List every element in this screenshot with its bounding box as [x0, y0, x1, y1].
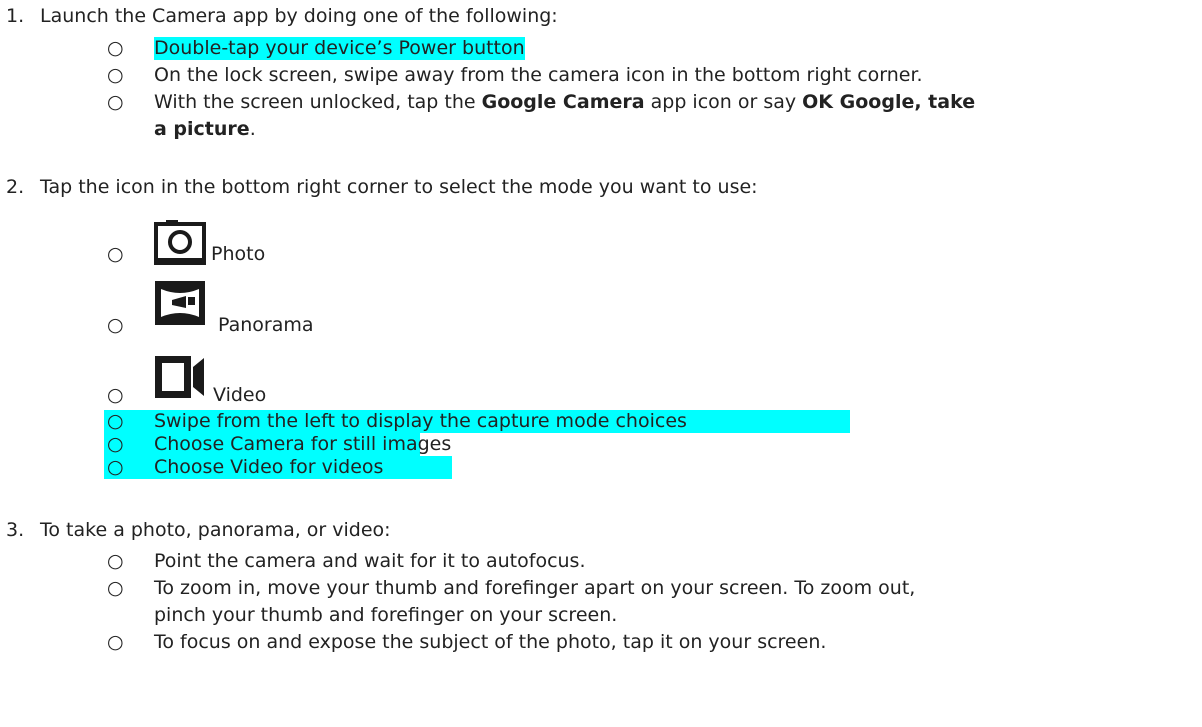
- bullet-icon: ○: [107, 410, 124, 432]
- step-number: 2.: [6, 176, 25, 198]
- bullet-icon: ○: [107, 550, 124, 572]
- bullet-icon: ○: [107, 314, 124, 336]
- document-page: 1. Launch the Camera app by doing one of…: [0, 0, 1202, 727]
- list-text: With the screen unlocked, tap the Google…: [154, 91, 975, 114]
- bold-text: OK Google, take: [802, 91, 976, 113]
- mode-label: Photo: [211, 243, 266, 265]
- bullet-icon: ○: [107, 577, 124, 599]
- list-text: pinch your thumb and forefinger on your …: [154, 604, 618, 626]
- step-text: To take a photo, panorama, or video:: [40, 519, 391, 541]
- highlighted-text: Double-tap your device’s Power button: [154, 37, 525, 60]
- video-icon: [155, 356, 204, 398]
- panorama-icon: [155, 281, 205, 325]
- highlighted-text: Swipe from the left to display the captu…: [154, 410, 687, 432]
- bullet-icon: ○: [107, 433, 124, 455]
- bullet-icon: ○: [107, 456, 124, 478]
- step-text: Launch the Camera app by doing one of th…: [40, 5, 558, 27]
- mode-label: Video: [213, 384, 267, 406]
- step-text: Tap the icon in the bottom right corner …: [40, 176, 758, 198]
- bullet-icon: ○: [107, 243, 124, 265]
- highlighted-text: Choose Video for videos: [154, 456, 384, 478]
- step-number: 1.: [6, 5, 25, 27]
- camera-icon: [154, 220, 206, 265]
- list-text: On the lock screen, swipe away from the …: [154, 64, 923, 86]
- bold-text: a picture: [154, 118, 250, 140]
- bullet-icon: ○: [107, 631, 124, 653]
- list-text: Point the camera and wait for it to auto…: [154, 550, 586, 572]
- mode-label: Panorama: [218, 314, 314, 336]
- bullet-icon: ○: [107, 384, 124, 406]
- bold-text: Google Camera: [481, 91, 645, 113]
- list-text: To zoom in, move your thumb and forefing…: [154, 577, 916, 599]
- bullet-icon: ○: [107, 37, 124, 59]
- text-run: With the screen unlocked, tap the: [154, 91, 482, 113]
- text-run: .: [249, 118, 256, 140]
- bullet-icon: ○: [107, 64, 124, 86]
- highlighted-text: Choose Camera for still images: [154, 433, 452, 455]
- step-number: 3.: [6, 519, 25, 541]
- list-text: a picture.: [154, 118, 256, 141]
- text-run: app icon or say: [644, 91, 803, 113]
- bullet-icon: ○: [107, 91, 124, 113]
- list-text: To focus on and expose the subject of th…: [154, 631, 827, 653]
